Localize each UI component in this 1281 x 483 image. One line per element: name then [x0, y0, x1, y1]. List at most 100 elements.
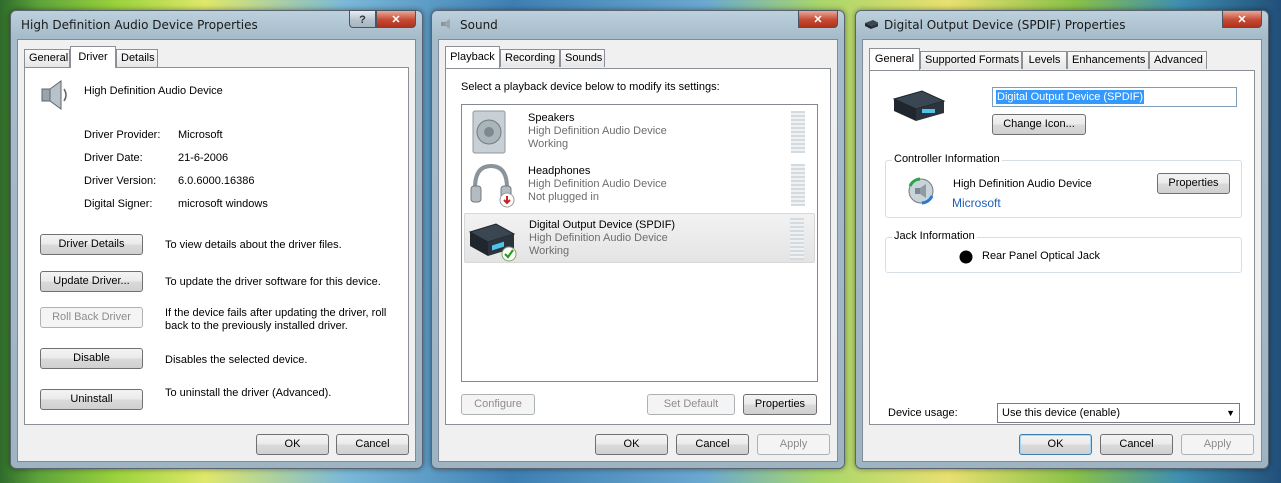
volume-meter — [790, 218, 804, 260]
list-item[interactable]: Digital Output Device (SPDIF) High Defin… — [464, 213, 815, 263]
roll-back-driver-desc: If the device fails after updating the d… — [165, 307, 387, 332]
jack-name: Rear Panel Optical Jack — [982, 250, 1100, 262]
apply-button[interactable]: Apply — [757, 434, 830, 455]
driver-provider-value: Microsoft — [178, 129, 223, 141]
jack-information-group: Jack Information Rear Panel Optical Jack — [885, 230, 1242, 273]
device-status: Working — [528, 138, 569, 150]
device-name: Headphones — [528, 165, 591, 177]
jack-color-icon — [959, 250, 973, 264]
title-bar[interactable]: Sound ✕ — [432, 10, 844, 39]
device-name: Speakers — [528, 112, 575, 124]
tab-details[interactable]: Details — [116, 49, 158, 67]
roll-back-driver-button[interactable]: Roll Back Driver — [40, 307, 143, 328]
tab-recording[interactable]: Recording — [500, 49, 560, 67]
tab-levels[interactable]: Levels — [1022, 51, 1067, 69]
digital-output-device-icon — [468, 223, 517, 262]
headphones-icon — [470, 163, 515, 208]
list-item[interactable]: Headphones High Definition Audio Device … — [464, 160, 815, 210]
driver-properties-window: High Definition Audio Device Properties … — [10, 10, 423, 469]
window-title: High Definition Audio Device Properties — [21, 18, 258, 32]
device-name: Digital Output Device (SPDIF) — [529, 219, 676, 231]
dialog-body: Playback Recording Sounds Select a playb… — [438, 39, 838, 462]
tab-enhancements[interactable]: Enhancements — [1067, 51, 1149, 69]
speaker-icon — [41, 80, 67, 110]
ok-button[interactable]: OK — [256, 434, 329, 455]
digital-signer-label: Digital Signer: — [84, 198, 153, 210]
help-button[interactable]: ? — [349, 10, 376, 28]
driver-details-desc: To view details about the driver files. — [165, 239, 342, 251]
properties-button[interactable]: Properties — [743, 394, 817, 415]
list-item[interactable]: Speakers High Definition Audio Device Wo… — [464, 107, 815, 157]
device-usage-select[interactable]: Use this device (enable) ▼ — [997, 403, 1240, 423]
audio-device-icon — [908, 177, 934, 205]
apply-button[interactable]: Apply — [1181, 434, 1254, 455]
close-button[interactable]: ✕ — [376, 10, 416, 28]
ok-button[interactable]: OK — [595, 434, 668, 455]
device-name-field[interactable]: Digital Output Device (SPDIF) — [992, 87, 1237, 107]
tab-playback[interactable]: Playback — [445, 46, 500, 68]
properties-button[interactable]: Properties — [1157, 173, 1230, 194]
tab-supported-formats[interactable]: Supported Formats — [920, 51, 1022, 69]
digital-signer-value: microsoft windows — [178, 198, 268, 210]
dialog-body: General Driver Details High Definition A… — [17, 39, 416, 462]
device-usage-label: Device usage: — [888, 407, 958, 419]
tab-panel: Select a playback device below to modify… — [445, 68, 831, 425]
window-title: Digital Output Device (SPDIF) Properties — [884, 18, 1126, 32]
cancel-button[interactable]: Cancel — [336, 434, 409, 455]
instruction-text: Select a playback device below to modify… — [461, 81, 720, 93]
ok-button[interactable]: OK — [1019, 434, 1092, 455]
close-button[interactable]: ✕ — [1222, 10, 1262, 28]
disable-button[interactable]: Disable — [40, 348, 143, 369]
tab-general[interactable]: General — [24, 49, 70, 67]
title-bar[interactable]: High Definition Audio Device Properties … — [11, 10, 422, 39]
update-driver-desc: To update the driver software for this d… — [165, 276, 381, 288]
device-driver: High Definition Audio Device — [528, 178, 667, 190]
device-status: Not plugged in — [528, 191, 599, 203]
driver-version-label: Driver Version: — [84, 175, 157, 187]
speaker-icon — [441, 19, 450, 29]
device-name-value: Digital Output Device (SPDIF) — [996, 90, 1145, 104]
volume-meter — [791, 111, 805, 153]
device-driver: High Definition Audio Device — [529, 232, 668, 244]
tab-strip: Playback Recording Sounds — [445, 46, 825, 68]
controller-vendor-link[interactable]: Microsoft — [952, 196, 1001, 210]
tab-driver[interactable]: Driver — [70, 46, 116, 68]
tab-strip: General Supported Formats Levels Enhance… — [869, 48, 1255, 70]
speakers-icon — [472, 110, 506, 154]
uninstall-desc: To uninstall the driver (Advanced). — [165, 387, 332, 399]
device-status: Working — [529, 245, 570, 257]
driver-details-button[interactable]: Driver Details — [40, 234, 143, 255]
driver-date-value: 21-6-2006 — [178, 152, 229, 164]
group-label: Jack Information — [892, 230, 977, 242]
chevron-down-icon: ▼ — [1226, 408, 1235, 418]
update-driver-button[interactable]: Update Driver... — [40, 271, 143, 292]
uninstall-button[interactable]: Uninstall — [40, 389, 143, 410]
cancel-button[interactable]: Cancel — [1100, 434, 1173, 455]
dialog-body: General Supported Formats Levels Enhance… — [862, 39, 1262, 462]
tab-sounds[interactable]: Sounds — [560, 49, 605, 67]
driver-date-label: Driver Date: — [84, 152, 143, 164]
tab-advanced[interactable]: Advanced — [1149, 51, 1207, 69]
tab-panel: High Definition Audio Device Driver Prov… — [24, 67, 409, 425]
controller-name: High Definition Audio Device — [953, 178, 1092, 190]
configure-button[interactable]: Configure — [461, 394, 535, 415]
spdif-properties-window: Digital Output Device (SPDIF) Properties… — [855, 10, 1269, 469]
tab-strip: General Driver Details — [24, 46, 404, 68]
driver-version-value: 6.0.6000.16386 — [178, 175, 255, 187]
device-usage-value: Use this device (enable) — [1002, 407, 1121, 419]
tab-general[interactable]: General — [869, 48, 920, 70]
change-icon-button[interactable]: Change Icon... — [992, 114, 1086, 135]
set-default-button[interactable]: Set Default — [647, 394, 735, 415]
tab-panel: Digital Output Device (SPDIF) Change Ico… — [869, 70, 1255, 425]
sound-window: Sound ✕ Playback Recording Sounds Select… — [431, 10, 845, 469]
group-label: Controller Information — [892, 153, 1002, 165]
close-button[interactable]: ✕ — [798, 10, 838, 28]
controller-information-group: Controller Information High Definition A… — [885, 153, 1242, 218]
driver-provider-label: Driver Provider: — [84, 129, 161, 141]
device-name: High Definition Audio Device — [84, 85, 223, 97]
device-list[interactable]: Speakers High Definition Audio Device Wo… — [461, 104, 818, 382]
digital-output-device-icon — [865, 20, 878, 29]
title-bar[interactable]: Digital Output Device (SPDIF) Properties… — [856, 10, 1268, 39]
cancel-button[interactable]: Cancel — [676, 434, 749, 455]
disable-desc: Disables the selected device. — [165, 354, 308, 366]
